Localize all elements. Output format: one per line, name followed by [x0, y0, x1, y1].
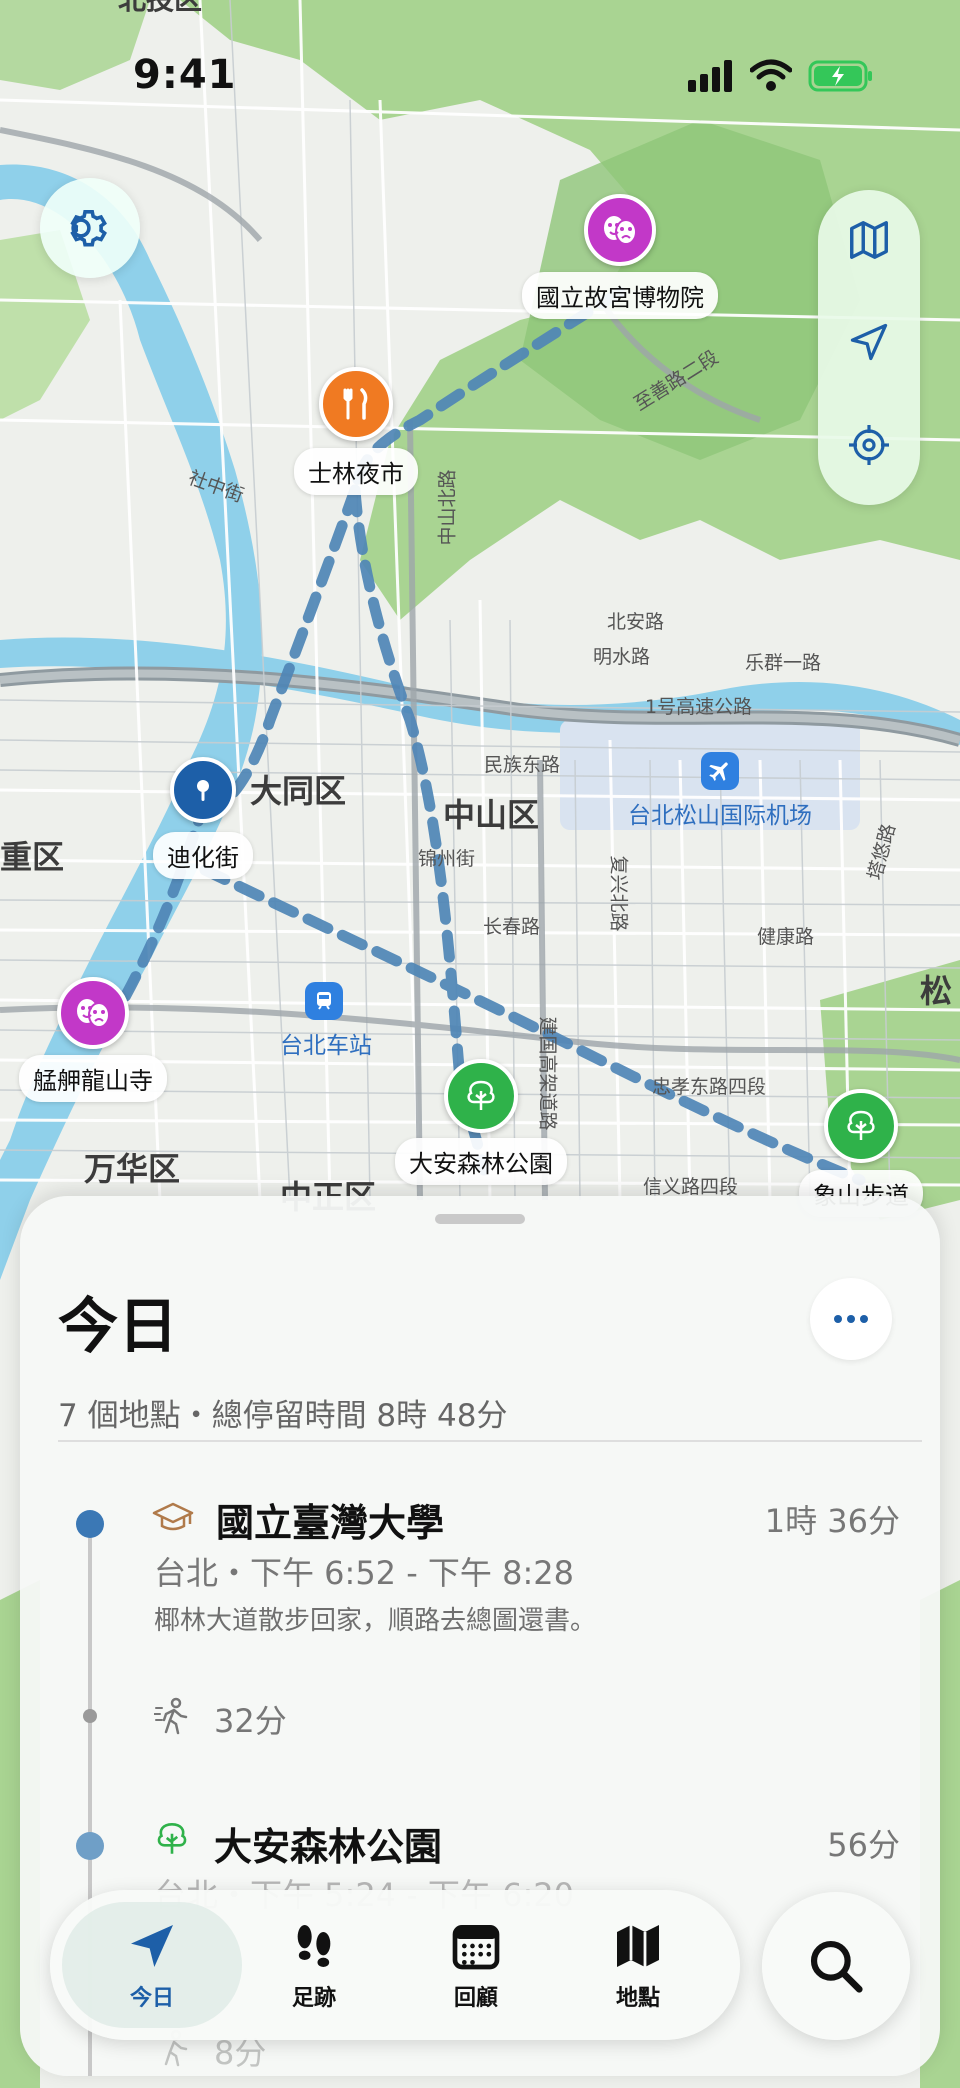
more-options-button[interactable]	[810, 1278, 892, 1360]
cellular-signal-icon	[688, 60, 732, 92]
district-label-zhongshan: 中山区	[443, 796, 540, 834]
train-icon	[317, 992, 331, 1010]
calendar-icon	[452, 1925, 500, 1970]
map-icon	[617, 1925, 659, 1967]
district-label-sanchong: 重区	[0, 838, 65, 876]
tab-footprints[interactable]: 足跡	[224, 1902, 404, 2028]
road-label: 忠孝东路四段	[652, 1076, 767, 1098]
place-label-nightmarket[interactable]: 士林夜市	[294, 448, 418, 495]
wifi-icon	[750, 59, 792, 91]
place-pin-museum[interactable]	[584, 194, 656, 266]
airplane-icon	[709, 762, 728, 781]
place-label-museum[interactable]: 國立故宮博物院	[522, 272, 718, 319]
settings-button[interactable]	[40, 178, 140, 278]
tab-label: 回顧	[453, 1986, 498, 2011]
district-label-song: 松	[920, 972, 953, 1010]
gear-icon	[70, 210, 107, 247]
entry-duration: 56分	[827, 1826, 900, 1864]
entry-duration: 1時 36分	[764, 1502, 900, 1540]
ellipsis-icon	[834, 1315, 868, 1323]
crosshair-icon	[849, 425, 889, 465]
road-label: 健康路	[757, 926, 815, 948]
search-icon	[810, 1940, 863, 1993]
road-label: 1号高速公路	[645, 696, 753, 718]
map-icon	[850, 221, 888, 259]
airport-pin[interactable]	[701, 752, 739, 790]
tab-label: 今日	[129, 1986, 174, 2011]
road-label: 建国高架道路	[536, 1016, 559, 1131]
place-pin-longshan[interactable]	[57, 977, 129, 1049]
sheet-handle[interactable]	[435, 1214, 525, 1224]
station-label: 台北车站	[280, 1033, 372, 1059]
place-pin-daan-park[interactable]	[444, 1059, 518, 1133]
day-summary: 7 個地點・總停留時間 8時 48分	[58, 1398, 508, 1434]
walking-figure-icon	[154, 1697, 188, 1735]
tree-icon	[847, 1110, 875, 1140]
district-label-wanhua: 万华区	[84, 1150, 181, 1188]
status-time: 9:41	[133, 52, 237, 98]
place-pin-elephant[interactable]	[824, 1089, 898, 1163]
tab-label: 足跡	[291, 1986, 336, 2011]
road-label: 北安路	[607, 611, 665, 633]
tab-review[interactable]: 回顧	[386, 1902, 566, 2028]
tab-label: 地點	[615, 1986, 660, 2011]
place-label-daan-park[interactable]: 大安森林公園	[395, 1138, 567, 1185]
place-label-dihua[interactable]: 迪化街	[153, 832, 253, 879]
graduation-cap-icon	[152, 1502, 194, 1531]
tree-icon	[467, 1080, 495, 1110]
road-label: 信义路四段	[643, 1176, 739, 1198]
district-label-datong: 大同区	[250, 772, 347, 810]
fork-knife-icon	[343, 388, 368, 420]
theater-masks-icon	[604, 216, 637, 245]
map-mode-button[interactable]	[839, 210, 899, 270]
tab-bar: 今日 足跡 回顧 地點	[50, 1890, 740, 2040]
sheet-title: 今日	[58, 1292, 178, 1362]
location-arrow-icon	[850, 323, 888, 361]
tab-today[interactable]: 今日	[62, 1902, 242, 2028]
walk-duration: 32分	[214, 1702, 287, 1740]
road-label: 复兴北路	[607, 855, 630, 932]
timeline-dot	[76, 1832, 104, 1860]
airport-label: 台北松山国际机场	[628, 803, 812, 829]
road-label: 民族东路	[484, 754, 561, 776]
road-label: 锦州街	[418, 848, 476, 870]
location-arrow-icon	[131, 1925, 173, 1967]
map-controls	[818, 190, 920, 505]
entry-note: 椰林大道散步回家，順路去總圖還書。	[154, 1606, 597, 1636]
status-bar: 9:41	[0, 0, 960, 150]
station-pin[interactable]	[305, 982, 343, 1020]
place-pin-dihua[interactable]	[170, 757, 236, 823]
road-label: 中山北路	[436, 469, 459, 546]
entry-title[interactable]: 國立臺灣大學	[216, 1492, 444, 1547]
place-pin-nightmarket[interactable]	[319, 367, 393, 441]
tab-places[interactable]: 地點	[548, 1902, 728, 2028]
divider	[58, 1440, 922, 1442]
timeline-small-dot	[83, 1709, 97, 1723]
entry-title[interactable]: 大安森林公園	[214, 1816, 442, 1871]
battery-charging-icon	[808, 60, 872, 92]
search-button[interactable]	[762, 1892, 910, 2040]
timeline-dot	[76, 1510, 104, 1538]
road-label: 长春路	[483, 916, 541, 938]
footprints-icon	[297, 1925, 331, 1967]
navigate-button[interactable]	[839, 312, 899, 372]
recenter-button[interactable]	[839, 415, 899, 475]
place-label-longshan[interactable]: 艋舺龍山寺	[19, 1055, 167, 1102]
theater-masks-icon	[77, 999, 110, 1028]
road-label: 明水路	[593, 646, 651, 668]
road-label: 乐群一路	[745, 652, 822, 674]
location-pin-icon	[197, 780, 209, 801]
entry-subtitle: 台北・下午 6:52 - 下午 8:28	[154, 1554, 574, 1592]
tree-icon	[157, 1822, 187, 1854]
